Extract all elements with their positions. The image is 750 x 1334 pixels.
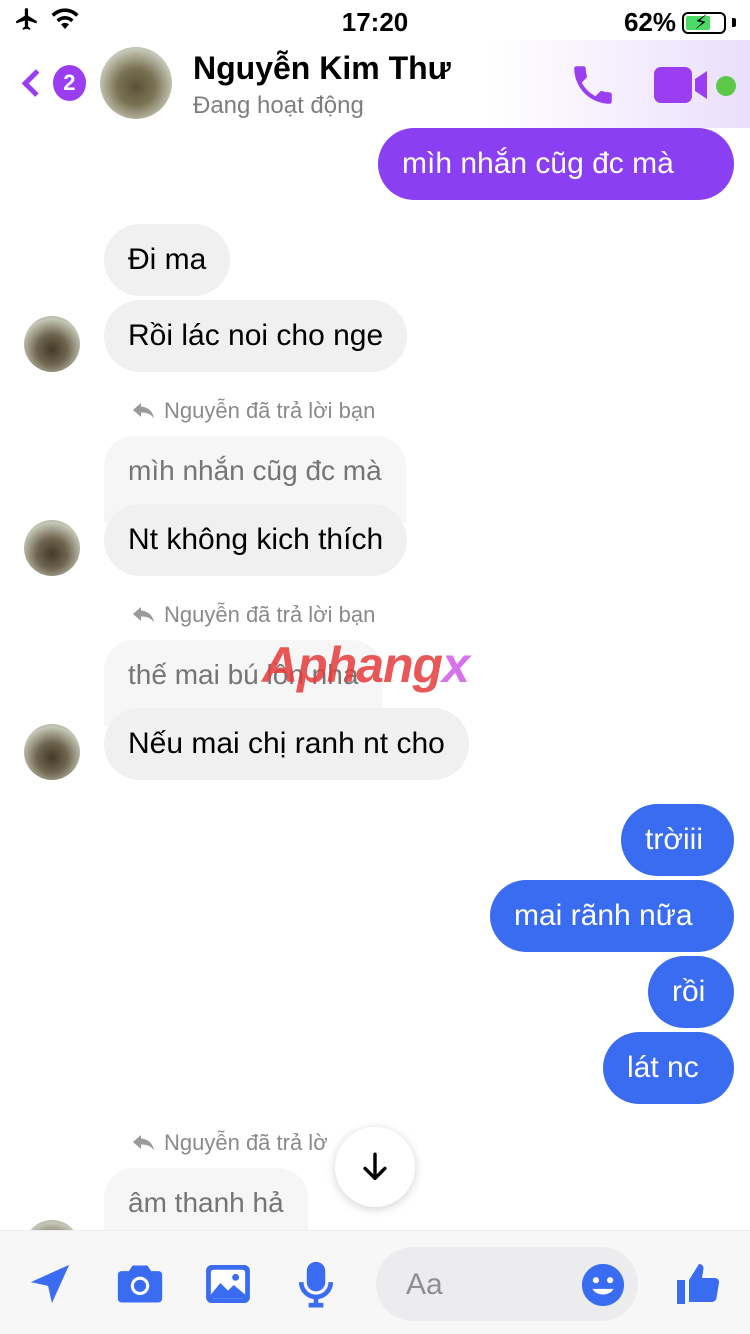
chevron-left-icon — [21, 69, 50, 97]
unread-badge: 2 — [52, 65, 86, 101]
contact-status: Đang hoạt động — [193, 92, 364, 119]
sender-avatar[interactable] — [24, 316, 80, 372]
reply-icon — [133, 607, 154, 623]
voice-button[interactable] — [291, 1259, 341, 1309]
reply-icon — [133, 1135, 154, 1151]
reply-icon — [133, 403, 154, 419]
camera-button[interactable] — [115, 1259, 165, 1309]
message-incoming[interactable]: Nếu mai chị ranh nt cho — [104, 708, 469, 780]
thumbs-up-icon — [677, 1264, 720, 1304]
reply-label: Nguyễn đã trả lời bạn — [132, 398, 375, 424]
message-incoming[interactable]: Rồi lác noi cho nge — [104, 300, 408, 372]
gallery-button[interactable] — [203, 1259, 253, 1309]
battery-percent: 62% — [623, 7, 676, 37]
chat-header: 2 Nguyễn Kim Thư Đang hoạt động — [0, 40, 750, 128]
reply-label-text: Nguyễn đã trả lờ — [164, 1130, 328, 1155]
contact-avatar[interactable] — [100, 47, 172, 119]
like-button[interactable] — [672, 1259, 722, 1309]
message-outgoing[interactable]: trờiii — [621, 804, 734, 876]
status-bar: 17:20 62% ⚡ — [0, 0, 750, 40]
watermark-logo: Aphangx — [262, 637, 470, 693]
status-right: 62% ⚡ — [624, 7, 736, 38]
phone-icon — [574, 66, 612, 104]
sender-avatar[interactable] — [24, 724, 80, 780]
message-incoming[interactable]: Nt không kich thích — [104, 504, 408, 576]
composer-bar — [0, 1230, 750, 1334]
video-call-button[interactable] — [654, 66, 710, 104]
arrow-down-icon — [363, 1152, 387, 1181]
video-icon — [654, 67, 707, 103]
message-incoming[interactable]: Đi ma — [104, 224, 231, 296]
message-composer[interactable] — [376, 1247, 638, 1321]
reply-label: Nguyễn đã trả lờ — [132, 1130, 328, 1156]
online-indicator — [716, 76, 736, 96]
reply-label-text: Nguyễn đã trả lời bạn — [164, 398, 376, 423]
sender-avatar[interactable] — [24, 520, 80, 576]
reply-label: Nguyễn đã trả lời bạn — [132, 602, 375, 628]
image-icon — [206, 1264, 250, 1304]
back-button[interactable]: 2 — [16, 58, 86, 108]
message-outgoing[interactable]: mìh nhắn cũg đc mà — [378, 128, 734, 200]
battery-icon: ⚡ — [682, 11, 726, 34]
battery-tip — [732, 18, 736, 27]
message-input[interactable] — [406, 1265, 586, 1305]
location-button[interactable] — [25, 1259, 75, 1309]
reply-label-text: Nguyễn đã trả lời bạn — [164, 602, 376, 627]
camera-icon — [117, 1265, 163, 1303]
call-button[interactable] — [568, 60, 618, 110]
emoji-icon[interactable] — [580, 1262, 626, 1308]
message-outgoing[interactable]: lát nc — [603, 1032, 734, 1104]
microphone-icon — [298, 1261, 334, 1308]
contact-name[interactable]: Nguyễn Kim Thư — [193, 50, 451, 87]
message-outgoing[interactable]: mai rãnh nữa — [490, 880, 734, 952]
message-outgoing[interactable]: rồi — [648, 956, 734, 1028]
location-icon — [30, 1264, 70, 1304]
scroll-to-bottom-button[interactable] — [335, 1127, 415, 1207]
